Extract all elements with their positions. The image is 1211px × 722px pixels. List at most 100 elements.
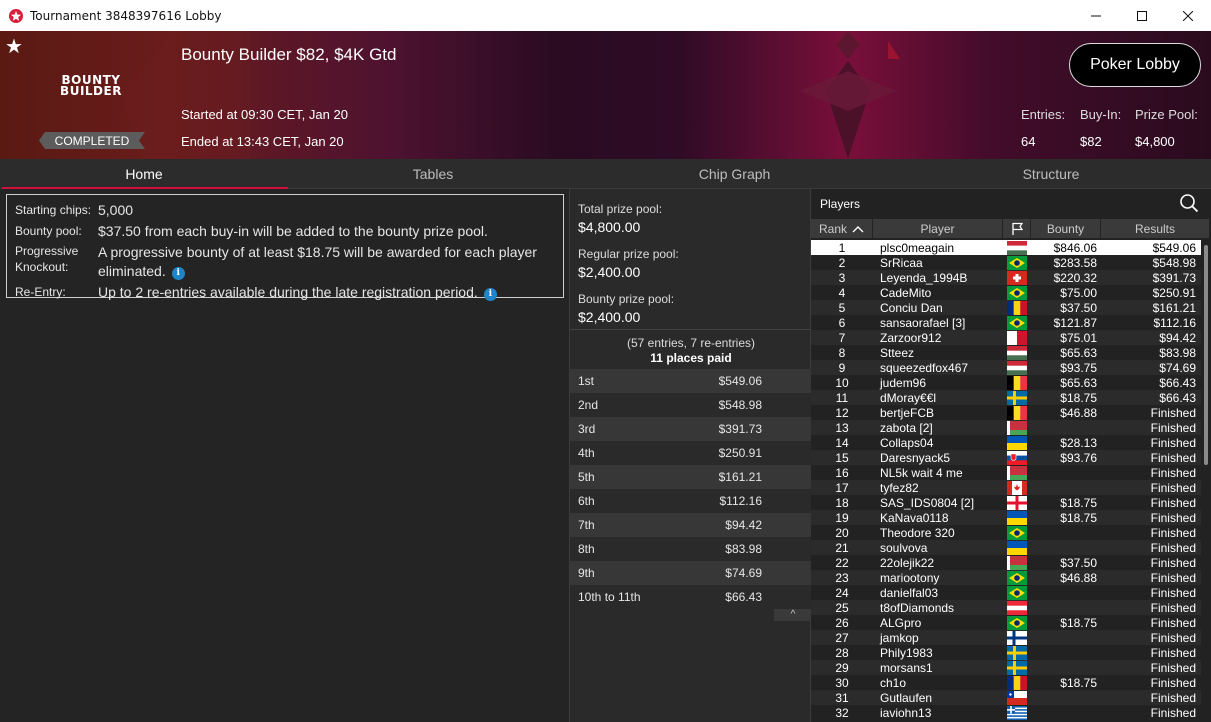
player-name: soulvova	[880, 540, 928, 555]
players-table-header: Rank Player Bounty Results	[811, 219, 1209, 238]
search-icon[interactable]	[1179, 193, 1199, 213]
payout-row: 4th $250.91	[570, 441, 812, 465]
player-name: Leyenda_1994B	[880, 270, 968, 285]
player-result: $74.69	[1159, 360, 1196, 375]
player-row[interactable]: 7 Zarzoor912 $75.01 $94.42	[811, 330, 1201, 345]
player-row[interactable]: 19 KaNava0118 $18.75 Finished	[811, 510, 1201, 525]
window-title: Tournament 3848397616 Lobby	[30, 8, 222, 23]
georgia-flag-icon	[1007, 495, 1027, 510]
tab-chip-graph[interactable]: Chip Graph	[578, 159, 891, 189]
payout-amount: $549.06	[718, 374, 762, 388]
close-button[interactable]	[1165, 0, 1211, 31]
player-country	[1003, 555, 1031, 570]
player-row[interactable]: 8 Stteez $65.63 $83.98	[811, 345, 1201, 360]
player-row[interactable]: 11 dMoray€€l $18.75 $66.43	[811, 390, 1201, 405]
player-rank: 14	[835, 435, 849, 450]
player-rank: 9	[838, 360, 846, 375]
player-row[interactable]: 15 Daresnyack5 $93.76 Finished	[811, 450, 1201, 465]
player-row[interactable]: 18 SAS_IDS0804 [2] $18.75 Finished	[811, 495, 1201, 510]
title-bar: Tournament 3848397616 Lobby	[0, 0, 1211, 31]
player-bounty: $283.58	[1053, 255, 1097, 270]
player-row[interactable]: 23 mariootony $46.88 Finished	[811, 570, 1201, 585]
payout-row: 3rd $391.73	[570, 417, 812, 441]
player-row[interactable]: 4 CadeMito $75.00 $250.91	[811, 285, 1201, 300]
player-result: $391.73	[1152, 270, 1196, 285]
player-result: Finished	[1150, 690, 1196, 705]
player-row[interactable]: 21 soulvova Finished	[811, 540, 1201, 555]
started-time: Started at 09:30 CET, Jan 20	[181, 107, 348, 122]
collapse-payouts-button[interactable]: ^	[774, 609, 812, 621]
player-name: judem96	[880, 375, 927, 390]
poker-lobby-button[interactable]: Poker Lobby	[1069, 43, 1201, 87]
player-name: Collaps04	[880, 435, 934, 450]
player-row[interactable]: 29 morsans1 Finished	[811, 660, 1201, 675]
player-row[interactable]: 1 plsc0meagain $846.06 $549.06	[811, 240, 1201, 255]
column-player[interactable]: Player	[873, 219, 1003, 238]
player-name: zabota [2]	[880, 420, 933, 435]
player-row[interactable]: 24 danielfal03 Finished	[811, 585, 1201, 600]
column-results[interactable]: Results	[1101, 219, 1209, 238]
player-row[interactable]: 28 Phily1983 Finished	[811, 645, 1201, 660]
info-icon[interactable]: i	[483, 288, 497, 301]
player-name: iaviohn13	[880, 705, 932, 720]
player-bounty: $93.76	[1060, 450, 1097, 465]
player-row[interactable]: 26 ALGpro $18.75 Finished	[811, 615, 1201, 630]
player-country	[1003, 405, 1031, 420]
player-row[interactable]: 20 Theodore 320 Finished	[811, 525, 1201, 540]
player-row[interactable]: 13 zabota [2] Finished	[811, 420, 1201, 435]
tab-structure[interactable]: Structure	[891, 159, 1211, 189]
player-row[interactable]: 6 sansaorafael [3] $121.87 $112.16	[811, 315, 1201, 330]
column-country[interactable]	[1003, 219, 1031, 238]
player-rank: 1	[838, 240, 846, 255]
player-country	[1003, 420, 1031, 435]
player-row[interactable]: 3 Leyenda_1994B $220.32 $391.73	[811, 270, 1201, 285]
player-row[interactable]: 12 bertjeFCB $46.88 Finished	[811, 405, 1201, 420]
player-name: jamkop	[880, 630, 919, 645]
player-country	[1003, 540, 1031, 555]
player-row[interactable]: 17 tyfez82 Finished	[811, 480, 1201, 495]
payout-amount: $250.91	[718, 446, 762, 460]
tab-tables[interactable]: Tables	[288, 159, 578, 189]
player-row[interactable]: 10 judem96 $65.63 $66.43	[811, 375, 1201, 390]
player-rank: 13	[835, 420, 849, 435]
player-row[interactable]: 5 Conciu Dan $37.50 $161.21	[811, 300, 1201, 315]
canada-flag-icon	[1007, 480, 1027, 495]
player-row[interactable]: 14 Collaps04 $28.13 Finished	[811, 435, 1201, 450]
player-rank: 23	[835, 570, 849, 585]
player-country	[1003, 435, 1031, 450]
bounty-pool-label: Bounty pool:	[15, 224, 82, 238]
player-name: Zarzoor912	[880, 330, 942, 345]
player-row[interactable]: 2 SrRicaa $283.58 $548.98	[811, 255, 1201, 270]
player-result: $250.91	[1152, 285, 1196, 300]
player-row[interactable]: 9 squeezedfox467 $93.75 $74.69	[811, 360, 1201, 375]
player-rank: 18	[835, 495, 849, 510]
player-row[interactable]: 31 Gutlaufen Finished	[811, 690, 1201, 705]
player-country	[1003, 390, 1031, 405]
column-rank[interactable]: Rank	[811, 219, 873, 238]
player-row[interactable]: 22 22olejik22 $37.50 Finished	[811, 555, 1201, 570]
player-row[interactable]: 30 ch1o $18.75 Finished	[811, 675, 1201, 690]
brazil-flag-icon	[1007, 570, 1027, 585]
minimize-button[interactable]	[1073, 0, 1119, 31]
player-row[interactable]: 32 iaviohn13 Finished	[811, 705, 1201, 720]
favorite-star-icon[interactable]: ★	[5, 34, 23, 59]
player-country	[1003, 465, 1031, 480]
player-row[interactable]: 25 t8ofDiamonds Finished	[811, 600, 1201, 615]
player-result: Finished	[1150, 555, 1196, 570]
player-row[interactable]: 16 NL5k wait 4 me Finished	[811, 465, 1201, 480]
player-row[interactable]: 27 jamkop Finished	[811, 630, 1201, 645]
scrollbar-thumb[interactable]	[1204, 245, 1208, 465]
player-result: Finished	[1150, 480, 1196, 495]
column-bounty[interactable]: Bounty	[1031, 219, 1101, 238]
belarus-flag-icon	[1007, 420, 1027, 435]
ended-time: Ended at 13:43 CET, Jan 20	[181, 134, 344, 149]
tab-home[interactable]: Home	[0, 159, 288, 190]
belgium-flag-icon	[1007, 375, 1027, 390]
maximize-button[interactable]	[1119, 0, 1165, 31]
tournament-banner: ★ BOUNTY BUILDER COMPLETED Bounty Builde…	[0, 31, 1211, 159]
info-icon[interactable]: i	[171, 267, 185, 280]
player-rank: 11	[835, 390, 849, 405]
players-scrollbar[interactable]	[1204, 240, 1208, 720]
player-bounty: $46.88	[1060, 570, 1097, 585]
payout-amount: $161.21	[718, 470, 762, 484]
